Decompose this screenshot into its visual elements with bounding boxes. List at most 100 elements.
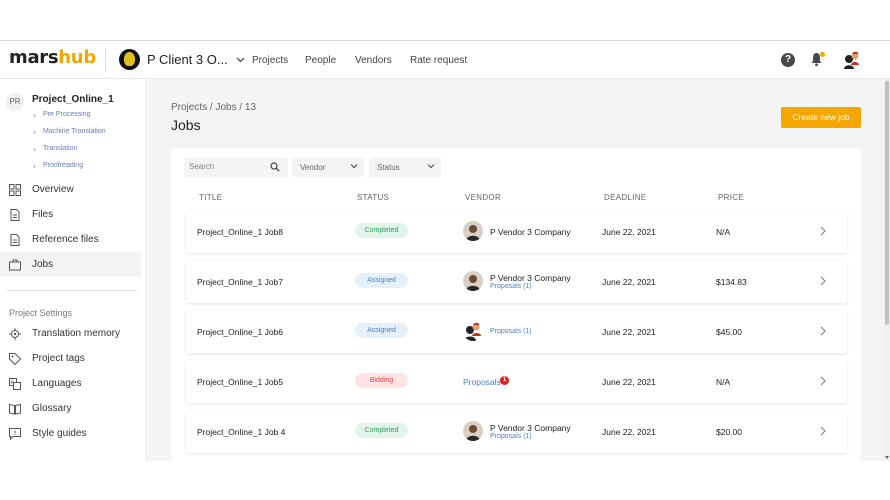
notification-dot <box>820 52 825 57</box>
job-title[interactable]: Project_Online_1 Job7 <box>197 277 283 287</box>
language-icon: A <box>9 377 21 390</box>
sidebar-item-jobs[interactable]: Jobs <box>0 252 141 277</box>
user-avatar[interactable] <box>843 51 861 69</box>
column-header-deadline[interactable]: DEADLINE <box>604 193 646 202</box>
sidebar-item-label: Project tags <box>32 353 85 364</box>
chevron-right-icon[interactable] <box>819 376 827 386</box>
project-settings-heading: Project Settings <box>9 308 73 318</box>
search-icon[interactable] <box>270 162 280 172</box>
proposals-link[interactable]: Proposals (1) <box>490 328 532 335</box>
marshub-logo[interactable]: marshub <box>9 47 96 68</box>
project-initials-avatar: PR <box>6 93 24 111</box>
scroll-down-arrow-icon[interactable] <box>885 456 889 459</box>
status-filter-dropdown[interactable]: Status <box>369 158 441 177</box>
job-title[interactable]: Project_Online_1 Job 4 <box>197 427 285 437</box>
step-proofreading[interactable]: Proofreading <box>43 162 83 169</box>
column-header-vendor[interactable]: VENDOR <box>465 193 501 202</box>
table-row[interactable]: Project_Online_1 Job5 Bidding Proposals … <box>186 360 847 403</box>
table-row[interactable]: Project_Online_1 Job7 Assigned P Vendor … <box>186 260 847 303</box>
sidebar-item-label: Jobs <box>32 259 54 270</box>
status-badge: Assigned <box>355 323 408 338</box>
sidebar-divider <box>6 290 137 291</box>
sidebar-item-languages[interactable]: A Languages <box>0 371 141 396</box>
vendor-name[interactable]: P Vendor 3 Company <box>490 273 571 283</box>
job-deadline: June 22, 2021 <box>602 377 656 387</box>
sidebar-item-project-tags[interactable]: Project tags <box>0 346 141 371</box>
chevron-down-icon <box>236 57 245 62</box>
chevron-right-icon[interactable] <box>819 226 827 236</box>
step-machine-translation[interactable]: Machine Translation <box>43 128 106 135</box>
svg-text:A: A <box>11 380 15 386</box>
job-deadline: June 22, 2021 <box>602 227 656 237</box>
nav-projects[interactable]: Projects <box>252 55 288 66</box>
notification-bell-icon[interactable] <box>810 52 825 68</box>
column-header-status[interactable]: STATUS <box>357 193 389 202</box>
job-title[interactable]: Project_Online_1 Job5 <box>197 377 283 387</box>
search-box[interactable] <box>184 158 288 177</box>
sidebar-item-style-guides[interactable]: Style guides <box>0 421 141 446</box>
file-icon <box>10 208 20 221</box>
sidebar-item-overview[interactable]: Overview <box>0 177 141 202</box>
vertical-scrollbar[interactable] <box>884 79 890 461</box>
nav-rate-request[interactable]: Rate request <box>410 55 467 66</box>
table-row[interactable]: Project_Online_1 Job8 Completed P Vendor… <box>186 210 847 253</box>
table-row[interactable]: Project_Online_1 Job 4 Completed P Vendo… <box>186 410 847 453</box>
vendor-name[interactable]: P Vendor 3 Company <box>490 423 571 433</box>
column-header-title[interactable]: TITLE <box>199 193 222 202</box>
sidebar-item-label: Translation memory <box>32 328 120 339</box>
sidebar-item-glossary[interactable]: Glossary <box>0 396 141 421</box>
sidebar-item-files[interactable]: Files <box>0 202 141 227</box>
nav-vendors[interactable]: Vendors <box>355 55 392 66</box>
chevron-right-icon[interactable] <box>819 426 827 436</box>
vendor-name[interactable]: P Vendor 3 Company <box>490 227 571 237</box>
step-dot <box>33 131 36 134</box>
status-badge: Assigned <box>355 273 408 288</box>
search-input[interactable] <box>189 162 269 171</box>
client-switcher[interactable]: P Client 3 O... <box>119 49 245 70</box>
vendor-avatar <box>463 221 483 241</box>
status-badge: Bidding <box>355 373 408 388</box>
job-deadline: June 22, 2021 <box>602 327 656 337</box>
jobs-card: Vendor Status TITLE STATUS VENDOR DEADLI… <box>171 148 861 461</box>
vendor-avatar <box>463 271 483 291</box>
chevron-right-icon[interactable] <box>819 326 827 336</box>
proposals-link[interactable]: Proposals (1) <box>490 283 532 290</box>
breadcrumb[interactable]: Projects / Jobs / 13 <box>171 102 256 113</box>
book-icon <box>9 403 21 415</box>
job-title[interactable]: Project_Online_1 Job8 <box>197 227 283 237</box>
navbar-divider <box>105 49 106 73</box>
project-name[interactable]: Project_Online_1 <box>32 94 114 105</box>
vendor-filter-label: Vendor <box>300 163 326 172</box>
multiple-vendors-avatar <box>463 321 483 341</box>
step-translation[interactable]: Translation <box>43 145 77 152</box>
briefcase-icon <box>9 259 21 270</box>
client-name: P Client 3 O... <box>147 52 228 67</box>
sidebar-item-reference-files[interactable]: Reference files <box>0 227 141 252</box>
vendor-filter-dropdown[interactable]: Vendor <box>292 158 364 177</box>
sidebar: PR Project_Online_1 Pre Processing Machi… <box>0 79 147 461</box>
proposals-link[interactable]: Proposals (1) <box>490 433 532 440</box>
sidebar-item-label: Files <box>32 209 54 220</box>
status-badge: Completed <box>355 423 408 438</box>
comment-icon <box>9 427 21 440</box>
chevron-down-icon <box>427 164 435 169</box>
job-deadline: June 22, 2021 <box>602 277 656 287</box>
tag-icon <box>9 352 21 365</box>
table-row[interactable]: Project_Online_1 Job6 Assigned Proposals… <box>186 310 847 353</box>
proposals-count-badge: 1 <box>500 376 509 385</box>
sidebar-item-label: Overview <box>32 184 74 195</box>
proposals-link[interactable]: Proposals <box>463 377 501 387</box>
job-title[interactable]: Project_Online_1 Job6 <box>197 327 283 337</box>
sidebar-item-label: Glossary <box>32 403 72 414</box>
job-deadline: June 22, 2021 <box>602 427 656 437</box>
step-dot <box>33 165 36 168</box>
sidebar-item-translation-memory[interactable]: Translation memory <box>0 321 141 346</box>
job-price: $134.83 <box>716 277 747 287</box>
column-header-price[interactable]: PRICE <box>718 193 744 202</box>
chevron-right-icon[interactable] <box>819 276 827 286</box>
step-pre-processing[interactable]: Pre Processing <box>43 111 90 118</box>
create-new-job-button[interactable]: Create new job <box>781 107 861 128</box>
help-icon[interactable]: ? <box>781 53 795 67</box>
scrollbar-thumb[interactable] <box>885 81 889 325</box>
nav-people[interactable]: People <box>305 55 336 66</box>
